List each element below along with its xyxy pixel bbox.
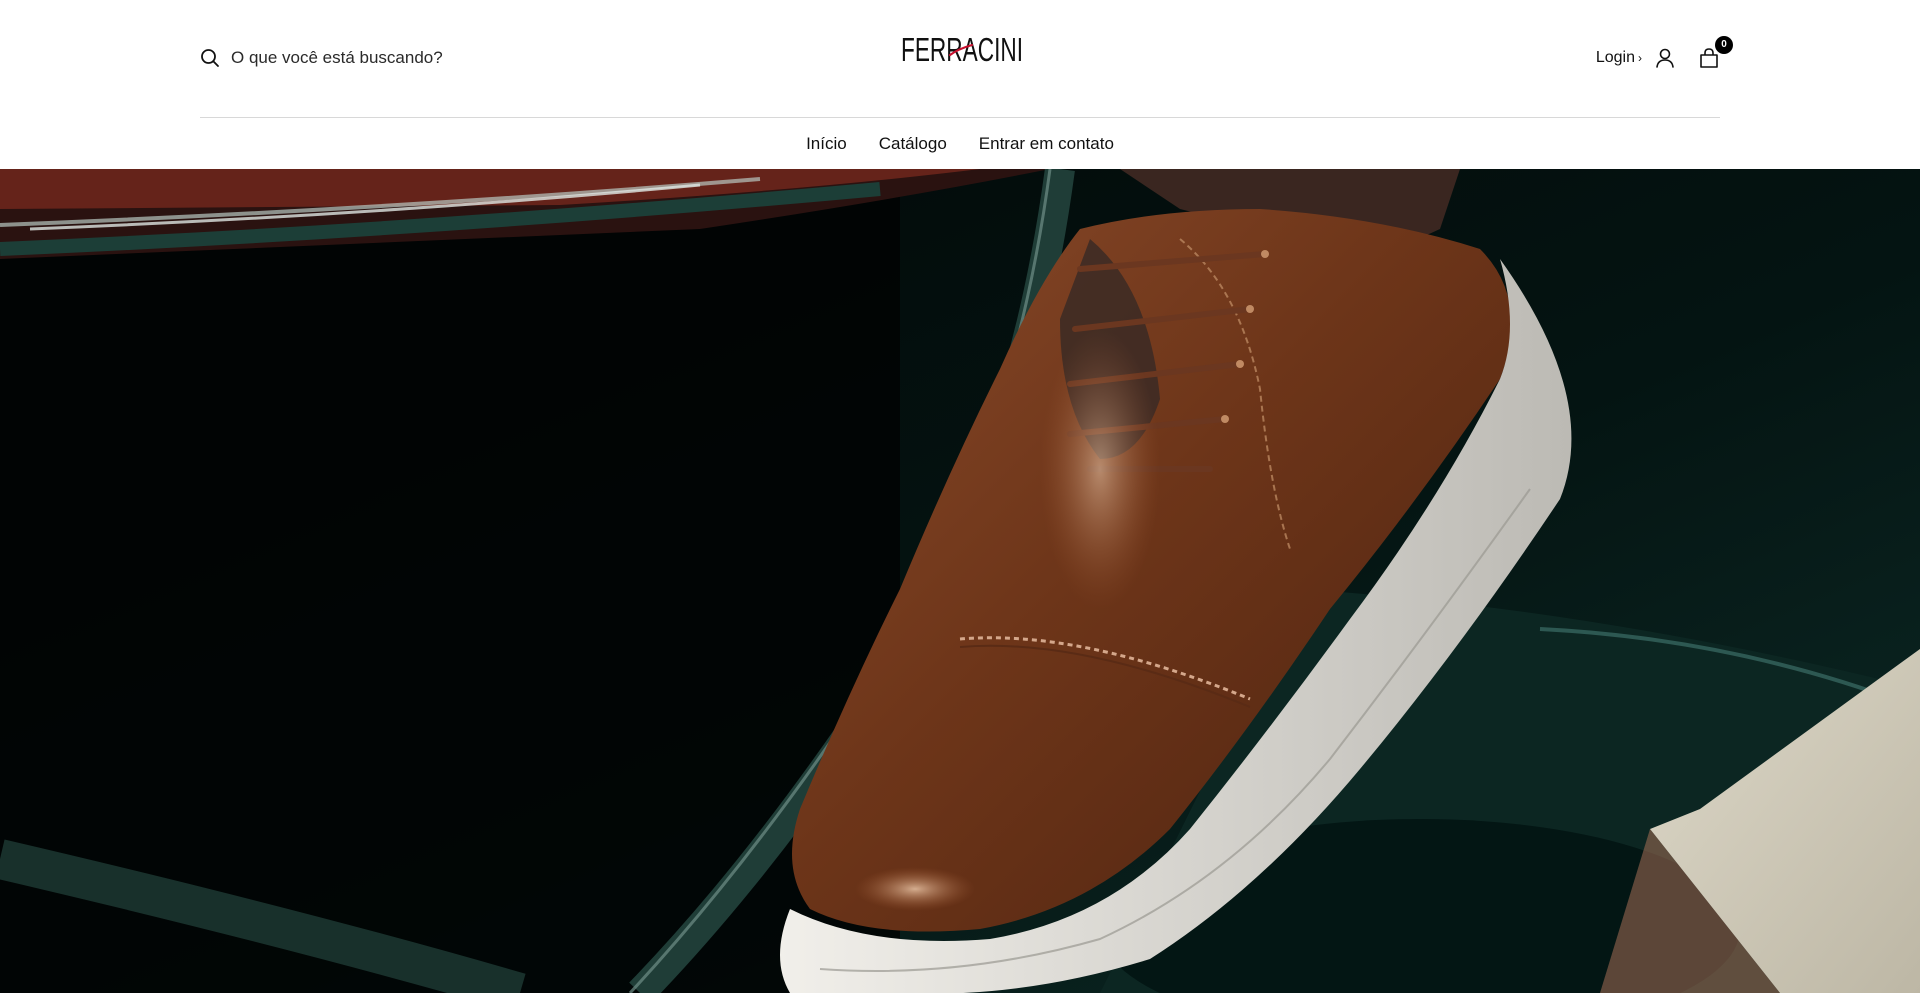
- ferracini-logo[interactable]: FERRACINI: [900, 28, 1024, 68]
- hero-image: [0, 169, 1920, 993]
- user-icon[interactable]: [1654, 47, 1676, 69]
- main-navigation: Início Catálogo Entrar em contato: [0, 119, 1920, 169]
- search-input[interactable]: [231, 48, 651, 68]
- account-area: Login › 0: [1596, 36, 1733, 72]
- nav-item-inicio[interactable]: Início: [806, 134, 847, 154]
- header-top-bar: FERRACINI Login› 0: [200, 0, 1733, 118]
- nav-item-catalogo[interactable]: Catálogo: [879, 134, 947, 154]
- cart-button[interactable]: 0: [1698, 36, 1733, 69]
- login-chevron: ›: [1638, 51, 1642, 65]
- search-bar[interactable]: [200, 44, 651, 72]
- search-icon[interactable]: [200, 48, 220, 68]
- cart-count-badge: 0: [1715, 36, 1733, 54]
- login-link[interactable]: Login ›: [1596, 49, 1642, 67]
- hero-banner[interactable]: [0, 169, 1920, 993]
- nav-item-contato[interactable]: Entrar em contato: [979, 134, 1114, 154]
- site-header: FERRACINI Login› 0: [0, 0, 1920, 169]
- login-label: Login: [1595, 49, 1635, 66]
